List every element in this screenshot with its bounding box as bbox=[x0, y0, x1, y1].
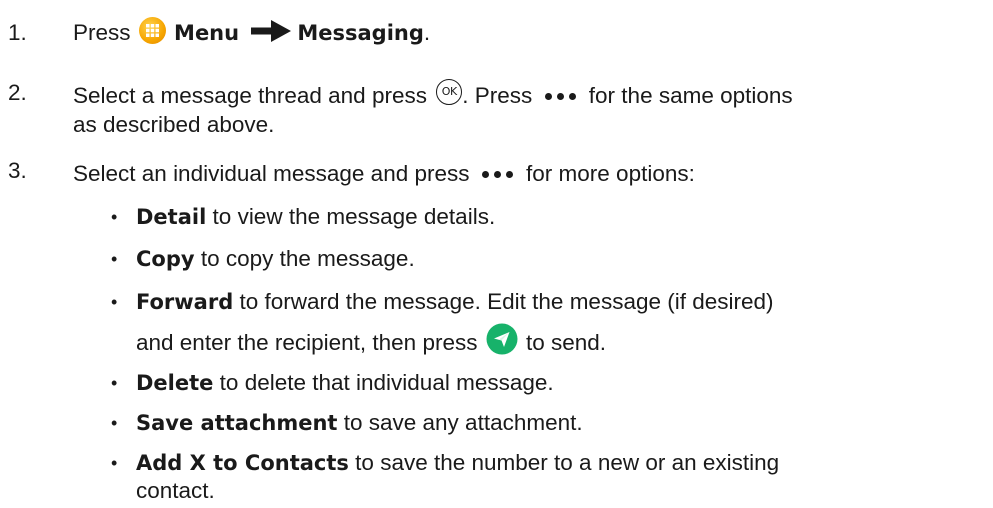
bullet: • bbox=[111, 207, 118, 227]
step-text: . Press bbox=[462, 83, 533, 108]
more-dots-icon bbox=[480, 154, 516, 188]
ok-button-icon: OK bbox=[436, 79, 463, 105]
step-number: 1. bbox=[8, 20, 27, 45]
option-text: to save the number to a new or an existi… bbox=[355, 450, 780, 475]
bullet-line: Forward to forward the message. Edit the… bbox=[136, 285, 774, 319]
bullet-line: Detail to view the message details. bbox=[136, 200, 495, 234]
more-dots-icon bbox=[543, 76, 579, 110]
option-term: Forward bbox=[136, 290, 234, 314]
bullet-line-2: contact. bbox=[136, 478, 215, 503]
step-text: Select an individual message and press bbox=[73, 161, 470, 186]
option-text: to save any attachment. bbox=[343, 410, 583, 435]
option-text: to copy the message. bbox=[200, 246, 415, 271]
bullet: • bbox=[111, 292, 118, 312]
option-text: to delete that individual message. bbox=[219, 370, 554, 395]
menu-grid-icon bbox=[138, 17, 166, 44]
bullet-line: Delete to delete that individual message… bbox=[136, 366, 554, 400]
step-3-line: Select an individual message and press f… bbox=[73, 154, 695, 191]
bullet-line: Copy to copy the message. bbox=[136, 242, 415, 276]
step-2-line-2: as described above. bbox=[73, 112, 275, 137]
option-text: to view the message details. bbox=[212, 204, 496, 229]
option-text: to forward the message. Edit the message… bbox=[239, 289, 774, 314]
bullet: • bbox=[111, 453, 118, 473]
step-number: 2. bbox=[8, 80, 27, 105]
send-icon bbox=[486, 323, 518, 355]
bullet: • bbox=[111, 249, 118, 269]
option-term: Add X to Contacts bbox=[136, 451, 349, 475]
option-text: and enter the recipient, then press bbox=[136, 330, 478, 355]
right-arrow-icon bbox=[251, 18, 292, 52]
step-text: for more options: bbox=[526, 161, 695, 186]
menu-label: Menu bbox=[174, 21, 240, 45]
bullet: • bbox=[111, 413, 118, 433]
step-text: Press bbox=[73, 20, 131, 45]
bullet-line-2: and enter the recipient, then press to s… bbox=[136, 323, 606, 360]
option-term: Detail bbox=[136, 205, 207, 229]
step-1-line: Press Menu Messaging. bbox=[73, 16, 430, 52]
instructions-document: 1. Press Menu Messaging. 2. Select a mes… bbox=[0, 0, 993, 508]
step-text: for the same options bbox=[588, 83, 793, 108]
step-text-end: . bbox=[423, 20, 431, 45]
bullet: • bbox=[111, 373, 118, 393]
option-term: Delete bbox=[136, 371, 214, 395]
bullet-line: Save attachment to save any attachment. bbox=[136, 406, 583, 440]
messaging-label: Messaging bbox=[297, 21, 424, 45]
option-term: Copy bbox=[136, 247, 195, 271]
step-number: 3. bbox=[8, 158, 27, 183]
step-text: Select a message thread and press bbox=[73, 83, 427, 108]
bullet-line: Add X to Contacts to save the number to … bbox=[136, 446, 779, 480]
option-text: to send. bbox=[526, 330, 607, 355]
option-term: Save attachment bbox=[136, 411, 338, 435]
